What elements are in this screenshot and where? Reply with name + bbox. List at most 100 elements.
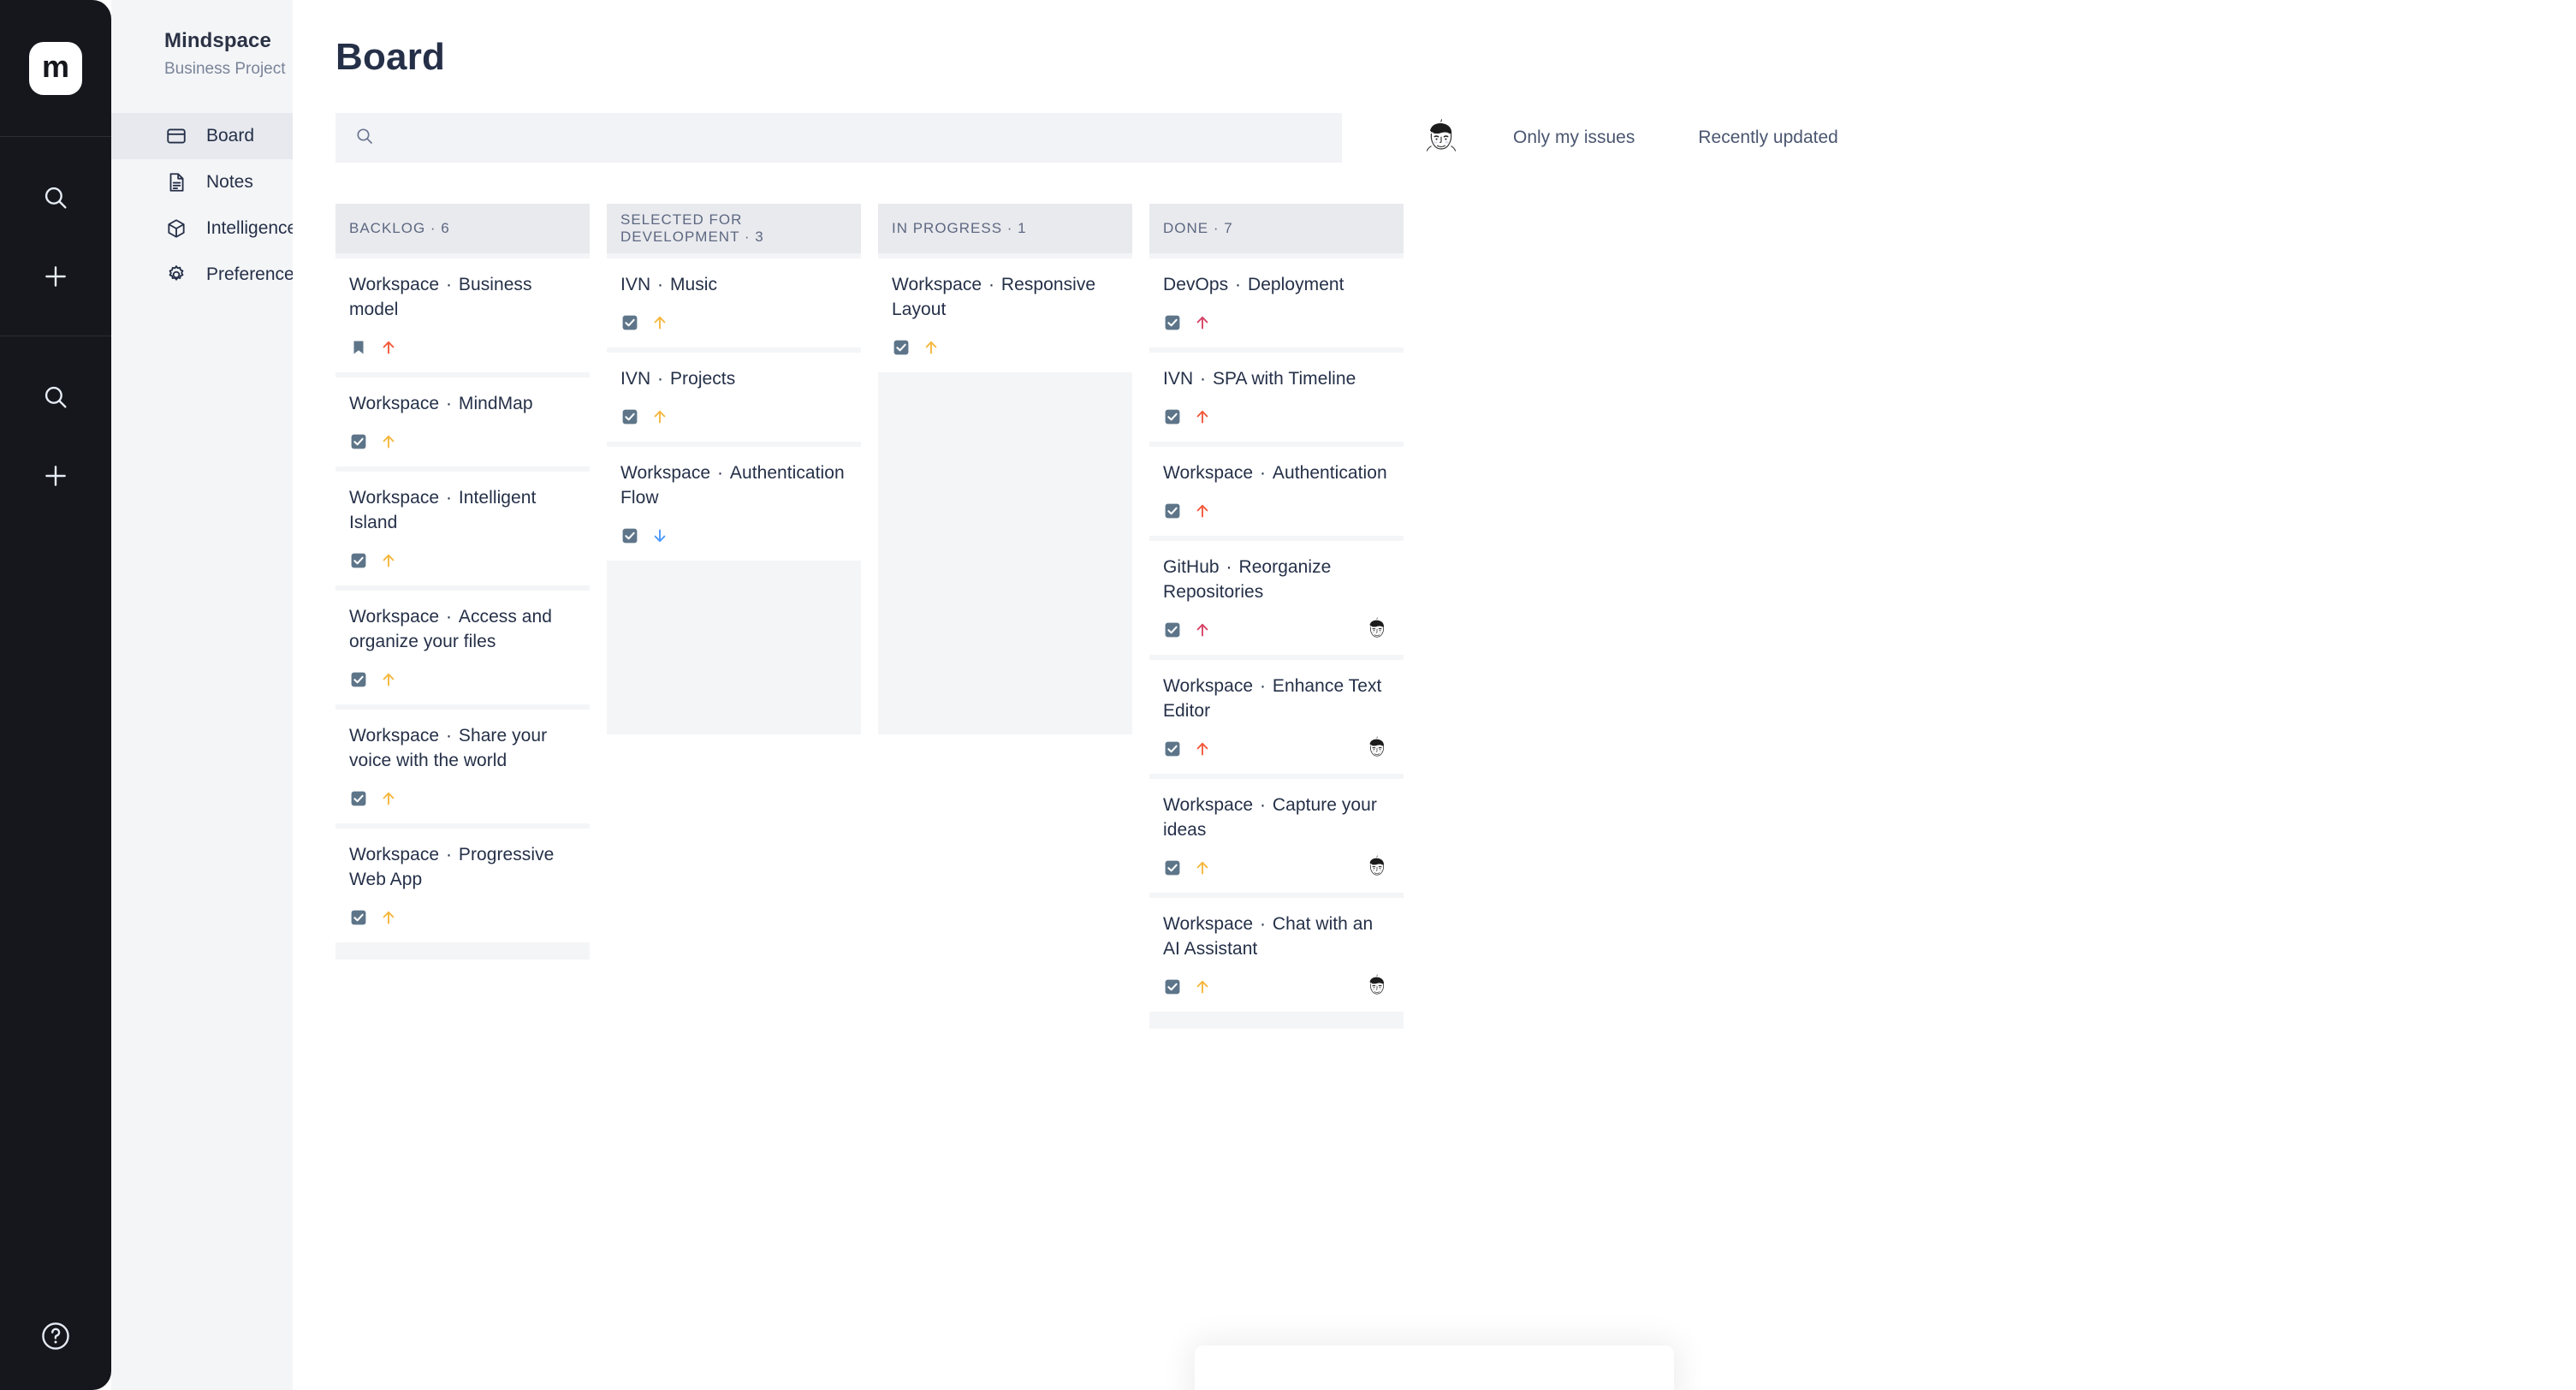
priority-high-icon: [379, 338, 398, 357]
card-meta: [349, 787, 576, 810]
priority-medium-icon: [922, 338, 941, 357]
sidebar-item-label: Intelligence: [206, 218, 298, 238]
card-summary: SPA with Timeline: [1212, 368, 1356, 389]
priority-high-icon: [1193, 502, 1212, 520]
card-separator: ·: [441, 275, 457, 294]
board-card[interactable]: Workspace · Progressive Web App: [335, 828, 590, 942]
board-card[interactable]: Workspace · Intelligent Island: [335, 471, 590, 585]
box-icon: [164, 217, 187, 241]
sidebar-item-label: Notes: [206, 172, 253, 192]
priority-medium-icon: [650, 313, 669, 332]
board-column: BACKLOG · 6 Workspace · Business model Wor…: [335, 204, 590, 959]
card-title: Workspace · Access and organize your fil…: [349, 605, 576, 655]
card-project: Workspace: [349, 275, 440, 294]
card-assignee-avatar[interactable]: [1362, 616, 1392, 645]
board-card[interactable]: IVN · Projects: [607, 352, 861, 442]
project-name: Mindspace: [164, 29, 271, 52]
rail-search-icon[interactable]: [33, 175, 79, 221]
card-meta: [892, 336, 1119, 359]
card-title: Workspace · Authentication Flow: [620, 461, 847, 511]
bottom-toast: [1195, 1345, 1674, 1390]
board-toolbar: Only my issues Recently updated: [335, 113, 2533, 163]
priority-medium-icon: [379, 670, 398, 689]
sidebar-item-notes[interactable]: Notes: [111, 159, 293, 205]
card-separator: ·: [1220, 556, 1238, 577]
rail-plus-icon[interactable]: [33, 253, 79, 300]
column-header: SELECTED FOR DEVELOPMENT · 3: [607, 204, 861, 253]
filter-recently-updated[interactable]: Recently updated: [1698, 128, 1837, 148]
card-separator: ·: [1255, 675, 1271, 696]
card-project: Workspace: [1163, 675, 1254, 696]
board-card[interactable]: GitHub · Reorganize Repositories: [1149, 540, 1404, 655]
task-type-icon: [1163, 407, 1182, 426]
board-card[interactable]: DevOps · Deployment: [1149, 258, 1404, 348]
sidebar-item-intelligence[interactable]: Intelligence: [111, 205, 297, 252]
sidebar-item-preferences[interactable]: Preferences: [111, 252, 303, 298]
help-button[interactable]: [0, 1320, 111, 1352]
card-separator: ·: [652, 275, 668, 294]
card-meta: [1163, 738, 1390, 760]
task-type-icon: [620, 407, 639, 426]
card-title: IVN · Projects: [620, 367, 847, 392]
board-card[interactable]: Workspace · Business model: [335, 258, 590, 372]
card-separator: ·: [441, 725, 457, 745]
search-input[interactable]: [387, 113, 1323, 163]
card-project: Workspace: [892, 275, 982, 294]
card-project: IVN: [620, 368, 651, 389]
sidebar-item-label: Board: [206, 126, 255, 146]
board-card[interactable]: Workspace · Access and organize your fil…: [335, 590, 590, 704]
card-title: DevOps · Deployment: [1163, 273, 1390, 298]
card-title: Workspace · Chat with an AI Assistant: [1163, 912, 1390, 962]
app-logo[interactable]: m: [0, 0, 111, 137]
board-card[interactable]: Workspace · Responsive Layout: [878, 258, 1132, 372]
card-separator: ·: [652, 368, 668, 389]
card-separator: ·: [1230, 275, 1246, 294]
priority-low-icon: [650, 526, 669, 545]
project-type: Business Project: [164, 60, 286, 78]
sidebar-item-board[interactable]: Board: [111, 113, 293, 159]
board-card[interactable]: Workspace · Capture your ideas: [1149, 778, 1404, 893]
project-sidebar: Mindspace Business Project Board Notes I…: [111, 0, 303, 1390]
filter-only-my-issues[interactable]: Only my issues: [1513, 128, 1635, 148]
document-icon: [164, 171, 187, 194]
card-assignee-avatar[interactable]: [1362, 735, 1392, 764]
card-separator: ·: [1255, 913, 1271, 934]
card-separator: ·: [983, 275, 1000, 294]
task-type-icon: [1163, 977, 1182, 996]
card-project: DevOps: [1163, 275, 1229, 294]
priority-medium-icon: [1193, 977, 1212, 996]
rail-plus-icon-2[interactable]: [33, 453, 79, 499]
card-title: IVN · SPA with Timeline: [1163, 367, 1390, 392]
card-assignee-avatar[interactable]: [1362, 854, 1392, 883]
story-type-icon: [349, 338, 368, 357]
board-card[interactable]: Workspace · MindMap: [335, 377, 590, 466]
card-project: Workspace: [349, 606, 440, 627]
card-separator: ·: [1195, 368, 1211, 389]
rail-group-secondary: [0, 336, 111, 535]
card-summary: Authentication: [1272, 462, 1387, 483]
board-card[interactable]: IVN · SPA with Timeline: [1149, 352, 1404, 442]
board-card[interactable]: Workspace · Enhance Text Editor: [1149, 659, 1404, 774]
card-summary: Music: [669, 275, 718, 294]
search-box[interactable]: [335, 113, 1342, 163]
card-separator: ·: [441, 487, 457, 508]
rail-search-icon-2[interactable]: [33, 374, 79, 420]
card-project: Workspace: [1163, 462, 1254, 483]
card-title: Workspace · Enhance Text Editor: [1163, 674, 1390, 724]
board-column: DONE · 7 DevOps · Deployment IVN · SPA wit…: [1149, 204, 1404, 1029]
board-card[interactable]: Workspace · Authentication Flow: [607, 446, 861, 561]
card-meta: [1163, 976, 1390, 998]
card-title: Workspace · Responsive Layout: [892, 273, 1119, 323]
priority-high-icon: [1193, 740, 1212, 758]
card-title: Workspace · Progressive Web App: [349, 843, 576, 893]
app-root: m Mindspace Business Project Board Notes…: [0, 0, 2576, 1390]
card-summary: Projects: [669, 368, 736, 389]
card-assignee-avatar[interactable]: [1362, 973, 1392, 1002]
board-card[interactable]: Workspace · Share your voice with the wo…: [335, 709, 590, 823]
card-separator: ·: [1255, 794, 1271, 815]
app-logo-letter: m: [29, 41, 82, 95]
board-card[interactable]: Workspace · Chat with an AI Assistant: [1149, 897, 1404, 1012]
board-card[interactable]: IVN · Music: [607, 258, 861, 348]
avatar[interactable]: [1417, 114, 1465, 162]
board-card[interactable]: Workspace · Authentication: [1149, 446, 1404, 536]
